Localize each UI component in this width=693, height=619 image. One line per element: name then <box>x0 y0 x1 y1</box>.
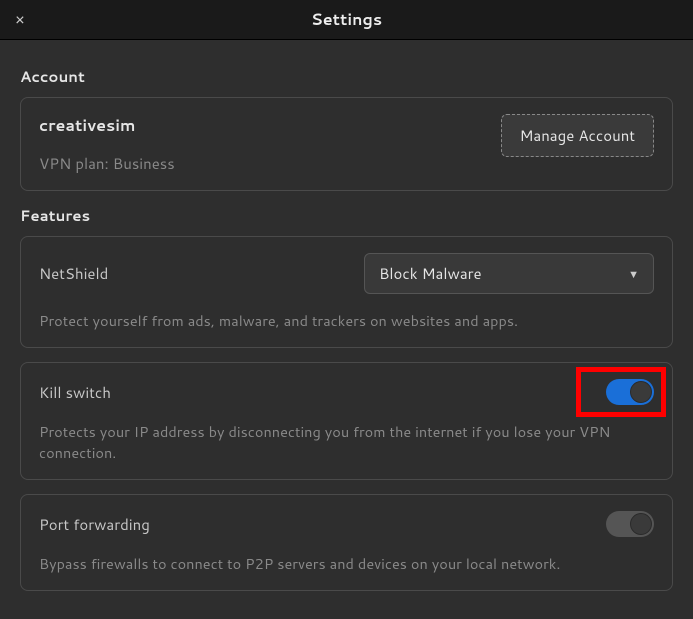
close-icon[interactable]: × <box>10 10 30 30</box>
portforwarding-title: Port forwarding <box>39 514 150 535</box>
killswitch-description: Protects your IP address by disconnectin… <box>39 421 654 463</box>
netshield-dropdown[interactable]: Block Malware ▼ <box>364 253 654 294</box>
portforwarding-card: Port forwarding Bypass firewalls to conn… <box>20 494 673 591</box>
netshield-title: NetShield <box>39 263 108 284</box>
titlebar: × Settings <box>0 0 693 40</box>
section-features-label: Features <box>20 205 673 226</box>
window-title: Settings <box>0 8 693 31</box>
toggle-knob <box>630 381 652 403</box>
portforwarding-description: Bypass firewalls to connect to P2P serve… <box>39 553 654 574</box>
section-account-label: Account <box>20 66 673 87</box>
killswitch-title: Kill switch <box>39 382 111 403</box>
netshield-card: NetShield Block Malware ▼ Protect yourse… <box>20 236 673 348</box>
killswitch-toggle[interactable] <box>606 379 654 405</box>
account-username: creativesim <box>39 114 175 137</box>
toggle-knob <box>630 513 652 535</box>
netshield-selected-value: Block Malware <box>379 263 482 284</box>
account-plan: VPN plan: Business <box>39 153 175 174</box>
settings-content: Account creativesim VPN plan: Business M… <box>0 40 693 619</box>
killswitch-card: Kill switch Protects your IP address by … <box>20 362 673 480</box>
portforwarding-toggle[interactable] <box>606 511 654 537</box>
manage-account-button[interactable]: Manage Account <box>501 114 654 157</box>
account-card: creativesim VPN plan: Business Manage Ac… <box>20 97 673 191</box>
netshield-description: Protect yourself from ads, malware, and … <box>39 310 654 331</box>
chevron-down-icon: ▼ <box>628 266 639 282</box>
